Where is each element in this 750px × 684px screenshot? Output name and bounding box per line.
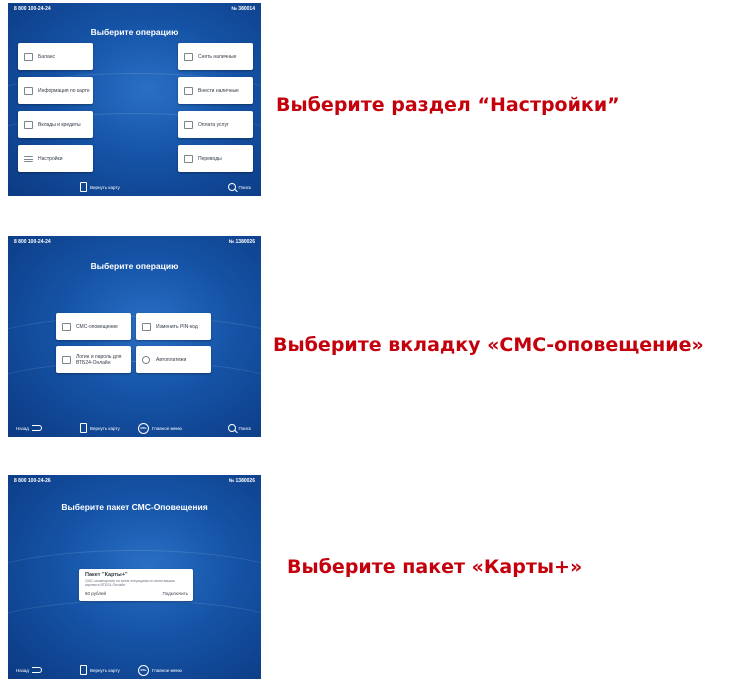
- button-label: Изменить PIN-код: [156, 323, 198, 330]
- screen-title: Выберите операцию: [90, 261, 179, 271]
- atm-number: № 1380026: [228, 239, 255, 245]
- transfers-button[interactable]: Переводы: [178, 145, 253, 172]
- login-password-button[interactable]: Логин и пароль для ВТБ24-Онлайн: [56, 346, 131, 373]
- hotline-phone: 8 800 100-24-26: [14, 478, 51, 484]
- package-description: СМС-оповещения по всем операциям по всем…: [85, 579, 175, 588]
- screen-title: Выберите пакет СМС-Оповещения: [61, 502, 208, 512]
- instruction-step-1: Выберите раздел “Настройки”: [276, 94, 620, 116]
- wallet-icon: [24, 52, 33, 61]
- payment-icon: [184, 120, 193, 129]
- package-price: 50 рублей: [85, 591, 107, 596]
- bottom-bar: Вернуть карту Поиск: [14, 181, 255, 193]
- background-wave: [8, 316, 261, 387]
- top-bar: 8 800 100-24-24 № 1380026: [14, 239, 255, 247]
- button-label: Баланс: [38, 53, 56, 60]
- button-label: Снять наличные: [198, 53, 237, 60]
- back-arrow-icon: [31, 667, 42, 673]
- balance-button[interactable]: Баланс: [18, 43, 93, 70]
- return-card-label: Вернуть карту: [90, 425, 120, 431]
- atm-number: № 380014: [231, 6, 255, 12]
- atm-screen-main-menu: 8 800 100-24-24 № 380014 Выберите операц…: [8, 3, 261, 196]
- bottom-bar: Назад Вернуть карту ВТБ Главное меню: [14, 664, 255, 676]
- return-card-label: Вернуть карту: [90, 667, 120, 673]
- clock-icon: [142, 355, 150, 364]
- sms-notification-button[interactable]: СМС-оповещение: [56, 313, 131, 340]
- hotline-phone: 8 800 100-24-24: [14, 6, 51, 12]
- back-button[interactable]: Назад: [16, 664, 42, 676]
- vtb-logo-icon: ВТБ: [138, 664, 149, 676]
- back-label: Назад: [16, 425, 29, 431]
- button-label: Информация по карте: [38, 87, 90, 94]
- phone-icon: [62, 355, 71, 364]
- pin-icon: [142, 322, 151, 331]
- main-menu-label: Главное меню: [152, 425, 182, 431]
- button-label: Настройки: [38, 155, 63, 162]
- search-icon: [227, 183, 236, 191]
- deposits-loans-button[interactable]: Вклады и кредиты: [18, 111, 93, 138]
- atm-screen-sms-packages: 8 800 100-24-26 № 1380026 Выберите пакет…: [8, 475, 261, 679]
- background-wave: [8, 600, 261, 671]
- back-arrow-icon: [31, 425, 42, 431]
- connect-button[interactable]: Подключить: [163, 591, 188, 596]
- button-label: Переводы: [198, 155, 222, 162]
- bottom-bar: Назад Вернуть карту ВТБ Главное меню Пои…: [14, 422, 255, 434]
- main-menu-label: Главное меню: [152, 667, 182, 673]
- safe-icon: [24, 120, 33, 129]
- top-bar: 8 800 100-24-24 № 380014: [14, 6, 255, 14]
- deposit-cash-button[interactable]: Внести наличные: [178, 77, 253, 104]
- search-label: Поиск: [238, 425, 251, 431]
- screen-title: Выберите операцию: [90, 27, 179, 37]
- button-label: СМС-оповещение: [76, 323, 118, 330]
- top-bar: 8 800 100-24-26 № 1380026: [14, 478, 255, 486]
- sliders-icon: [24, 155, 33, 162]
- button-label: Внести наличные: [198, 87, 239, 94]
- card-info-button[interactable]: Информация по карте: [18, 77, 93, 104]
- transfer-icon: [184, 154, 193, 163]
- settings-button[interactable]: Настройки: [18, 145, 93, 172]
- sms-icon: [62, 322, 71, 331]
- instruction-step-2: Выберите вкладку «СМС-оповещение»: [273, 334, 704, 356]
- search-button[interactable]: Поиск: [227, 422, 251, 434]
- withdraw-cash-button[interactable]: Снять наличные: [178, 43, 253, 70]
- back-button[interactable]: Назад: [16, 422, 42, 434]
- card-icon: [80, 423, 87, 433]
- button-label: Автоплатежи: [156, 356, 187, 363]
- vtb-logo-icon: ВТБ: [138, 422, 149, 434]
- autopayments-button[interactable]: Автоплатежи: [136, 346, 211, 373]
- return-card-button[interactable]: Вернуть карту: [80, 664, 120, 676]
- search-label: Поиск: [238, 184, 251, 190]
- card-info-icon: [24, 86, 33, 95]
- main-menu-button[interactable]: ВТБ Главное меню: [138, 422, 182, 434]
- search-icon: [227, 424, 236, 432]
- pay-services-button[interactable]: Оплата услуг: [178, 111, 253, 138]
- change-pin-button[interactable]: Изменить PIN-код: [136, 313, 211, 340]
- return-card-button[interactable]: Вернуть карту: [80, 422, 120, 434]
- cash-in-icon: [184, 86, 193, 95]
- package-karty-plus-card[interactable]: Пакет "Карты+" СМС-оповещения по всем оп…: [79, 569, 193, 601]
- back-label: Назад: [16, 667, 29, 673]
- package-name: Пакет "Карты+": [85, 572, 128, 578]
- main-menu-button[interactable]: ВТБ Главное меню: [138, 664, 182, 676]
- button-label: Логин и пароль для ВТБ24-Онлайн: [76, 353, 122, 366]
- button-label: Оплата услуг: [198, 121, 229, 128]
- button-label: Вклады и кредиты: [38, 121, 81, 128]
- return-card-button[interactable]: Вернуть карту: [80, 181, 120, 193]
- search-button[interactable]: Поиск: [227, 181, 251, 193]
- atm-screen-settings: 8 800 100-24-24 № 1380026 Выберите опера…: [8, 236, 261, 437]
- card-icon: [80, 182, 87, 192]
- atm-number: № 1380026: [228, 478, 255, 484]
- card-icon: [80, 665, 87, 675]
- cash-out-icon: [184, 52, 193, 61]
- return-card-label: Вернуть карту: [90, 184, 120, 190]
- instruction-step-3: Выберите пакет «Карты+»: [287, 556, 583, 578]
- hotline-phone: 8 800 100-24-24: [14, 239, 51, 245]
